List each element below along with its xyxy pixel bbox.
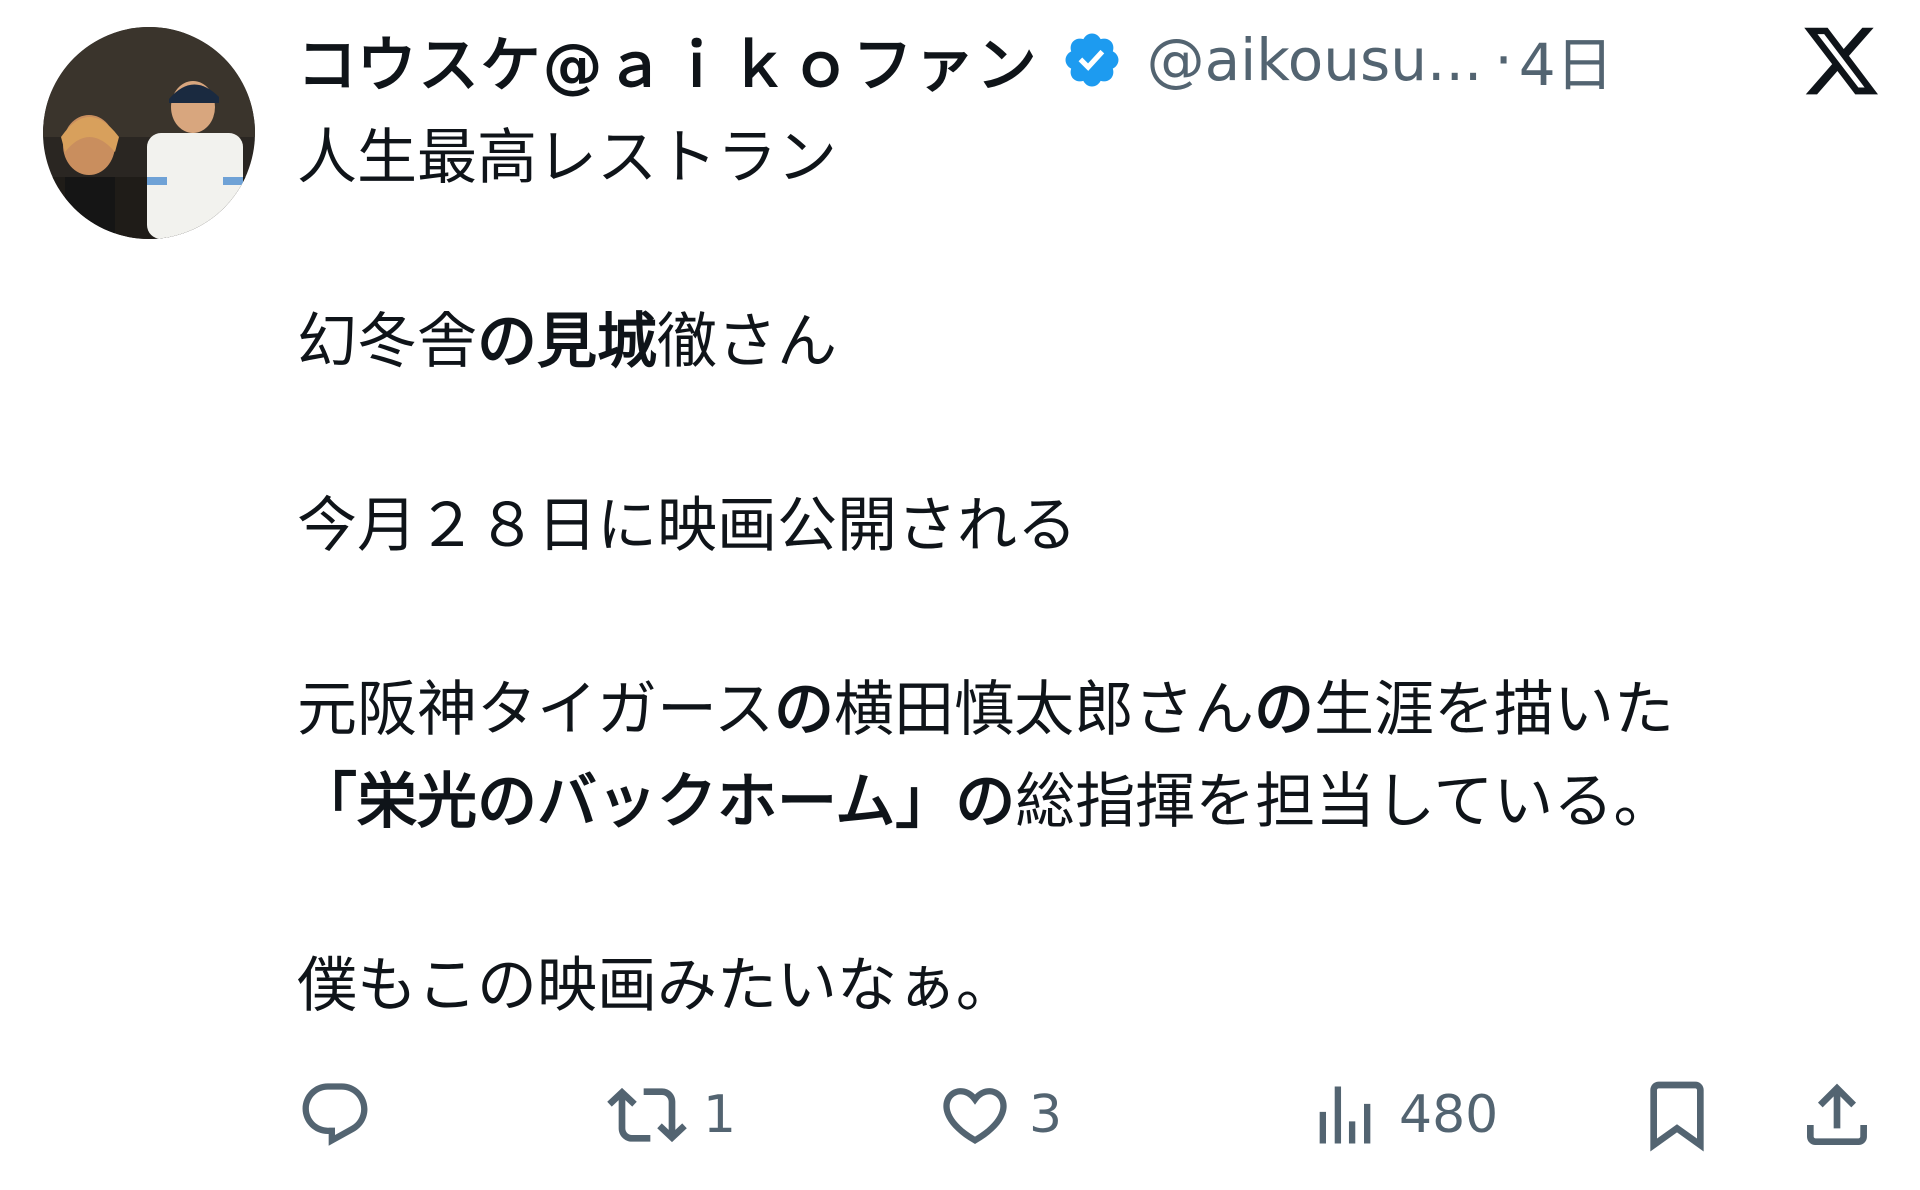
action-bar: 1 3 480 [297,1075,1887,1155]
tweet-header: コウスケ@ａｉｋｏファン @aikousu... · 4日 [297,18,1614,102]
like-button[interactable]: 3 [937,1075,1062,1155]
share-button[interactable] [1797,1075,1877,1155]
retweet-button[interactable]: 1 [607,1075,736,1155]
text-line: 「栄光のバックホーム」の総指揮を担当している。 [297,767,1674,837]
retweet-count: 1 [703,1085,737,1145]
bookmark-button[interactable] [1637,1075,1717,1155]
text-line: 僕もこの映画みたいなぁ。 [297,951,1016,1021]
retweet-icon [607,1087,687,1143]
tweet-card: コウスケ@ａｉｋｏファン @aikousu... · 4日 人生最高レストラン … [0,0,1920,1190]
avatar-photo [43,27,255,239]
view-count: 480 [1399,1085,1499,1145]
separator-dot: · [1494,26,1513,94]
tweet-text: 人生最高レストラン 幻冬舎の見城徹さん 今月２８日に映画公開される 元阪神タイガ… [297,112,1887,1032]
user-handle[interactable]: @aikousu... [1147,26,1483,94]
views-button[interactable]: 480 [1307,1075,1498,1155]
text-line: 人生最高レストラン [297,123,837,193]
text-line: 幻冬舎の見城徹さん [297,307,837,377]
tweet-timestamp[interactable]: 4日 [1519,18,1614,102]
avatar[interactable] [43,27,255,239]
text-line: 元阪神タイガースの横田慎太郎さんの生涯を描いた [297,675,1674,745]
views-icon [1319,1086,1371,1144]
bookmark-icon [1650,1081,1704,1152]
text-line: 今月２８日に映画公開される [297,491,1077,561]
like-count: 3 [1029,1085,1063,1145]
reply-button[interactable] [297,1075,373,1155]
reply-icon [302,1083,368,1146]
share-icon [1807,1083,1867,1145]
verified-badge-icon [1061,29,1123,91]
x-logo-icon [1800,20,1882,102]
heart-icon [943,1088,1007,1145]
display-name[interactable]: コウスケ@ａｉｋｏファン [297,17,1039,104]
